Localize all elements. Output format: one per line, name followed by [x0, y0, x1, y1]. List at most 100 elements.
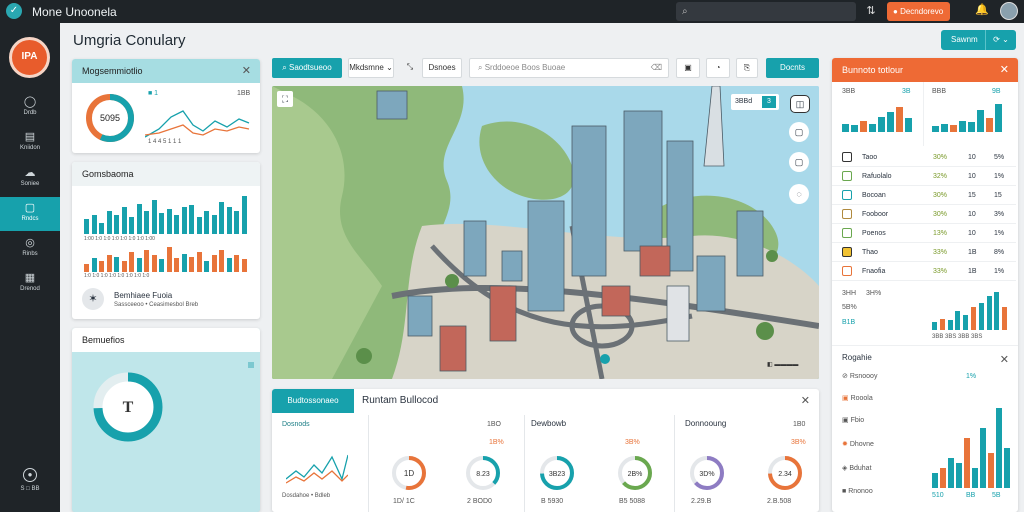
overview-legend-left: ■ 1	[148, 90, 159, 97]
table-row[interactable]: Poenos 13% 10 1%	[832, 224, 1016, 243]
sidebar-user-label: S □ BB	[20, 486, 40, 492]
gauge-donut: T	[93, 372, 163, 442]
header-save-button[interactable]: Sawnm ⟳ ⌄	[941, 30, 1016, 50]
list-item-label: Rsnoooy	[849, 373, 878, 380]
metric-icon	[842, 247, 852, 257]
list-item[interactable]: ▣ Fbio	[842, 416, 922, 424]
row-pct: 13%	[933, 230, 948, 237]
row-v2: 1%	[994, 173, 1005, 180]
table-row[interactable]: Fnaofia 33% 1B 1%	[832, 262, 1016, 281]
chart-bar	[878, 117, 885, 132]
sidebar-item-6[interactable]: ▦ Drenod	[0, 267, 60, 301]
measure-icon[interactable]: ⤡	[399, 58, 421, 78]
fullscreen-icon[interactable]: ⛶	[277, 91, 293, 107]
row-v1: 10	[968, 154, 976, 161]
map-mode-dropdown[interactable]: Mkdsmne ⌄	[348, 58, 394, 78]
right-panel-title: Bunnoto totlour	[842, 65, 904, 75]
chart-bar	[994, 292, 1000, 330]
close-icon[interactable]: ✕	[801, 389, 810, 413]
map-tool-button[interactable]: Dsnoes	[422, 58, 462, 78]
chart-bar	[851, 125, 858, 132]
list-item[interactable]: ◈ Bduhat	[842, 464, 922, 472]
layer-square-icon[interactable]: ▢	[789, 122, 809, 142]
table-row[interactable]: Fooboor 30% 10 3%	[832, 205, 1016, 224]
row-v2: 1%	[994, 230, 1005, 237]
row-v1: 1B	[968, 249, 977, 256]
row-v1: 10	[968, 230, 976, 237]
sidebar-item-2[interactable]: ▤ Kniidon	[0, 126, 60, 160]
chart-bar	[955, 311, 961, 330]
map-search-input[interactable]: ⌕ Srddoeoe Boos Buoae ⌫	[469, 58, 669, 78]
table-row[interactable]: Bocoan 30% 15 15	[832, 186, 1016, 205]
table-row[interactable]: Taoo 30% 10 5%	[832, 148, 1016, 167]
map-action-button[interactable]: Docnts	[766, 58, 819, 78]
list-item-label: Bduhat	[849, 465, 872, 472]
table-row[interactable]: Rafuolalo 32% 10 1%	[832, 167, 1016, 186]
stat-card-1-donut-a: 1D	[392, 456, 426, 490]
metric-icon	[842, 209, 852, 219]
map-view[interactable]: ⛶ 3BBd 3 ◫ ▢ ▢ ◌ ◧ ▬▬▬▬	[272, 86, 819, 379]
table-row[interactable]: Thao 33% 1B 8%	[832, 243, 1016, 262]
right-section2-title: Rogahie	[842, 353, 872, 362]
clear-icon[interactable]: ⌫	[651, 59, 662, 77]
chart-bar	[159, 213, 164, 234]
sidebar-user[interactable]: ● S □ BB	[10, 468, 50, 492]
chart-bar	[211, 215, 217, 234]
mid-label-3: 5B%	[842, 304, 857, 311]
filter-icon[interactable]: ⇅	[862, 3, 880, 20]
bottom-left-sparkline	[286, 454, 348, 484]
top-action-button[interactable]: ● Decndorevo	[887, 2, 950, 21]
row-pct: 30%	[933, 192, 948, 199]
brand-logo[interactable]: IPA	[9, 37, 50, 78]
top-search-input[interactable]: ⌕	[676, 2, 856, 21]
comment-icon[interactable]: ◔	[706, 58, 730, 78]
tab-active[interactable]: Budtossonaeo	[272, 389, 354, 413]
list-item[interactable]: ⊘ Rsnoooy	[842, 372, 922, 380]
sidebar-item-1[interactable]: ◯ Drdb	[0, 91, 60, 125]
map-scale: ◧ ▬▬▬▬	[767, 362, 799, 368]
list-item[interactable]: ▣ Rooola	[842, 394, 922, 402]
chart-bar	[887, 112, 894, 132]
chart-bar	[84, 219, 89, 234]
bell-icon[interactable]: 🔔	[975, 3, 989, 19]
zoom-control[interactable]: 3BBd 3	[731, 94, 779, 110]
sidebar-item-5[interactable]: ◎ Rinbs	[0, 232, 60, 266]
layer-box-icon[interactable]: ▢	[789, 152, 809, 172]
distribution-bottom-bars	[84, 244, 249, 272]
logo-text: IPA	[21, 51, 38, 62]
right-stat-2-label: BBB	[932, 88, 947, 95]
metric-icon	[842, 152, 852, 162]
section2-foot-2: BB	[966, 492, 976, 499]
sidebar-item-4-active[interactable]: ▢ Rndcs	[0, 197, 60, 231]
chevron-down-icon[interactable]: ⟳ ⌄	[985, 30, 1016, 50]
avatar[interactable]	[1000, 2, 1018, 20]
close-icon[interactable]: ✕	[1000, 348, 1009, 372]
right-stat-1-value: 3B	[902, 88, 911, 95]
chart-bar	[941, 124, 948, 132]
close-icon[interactable]: ✕	[242, 59, 251, 83]
clipboard-icon[interactable]: ⎘	[736, 58, 758, 78]
chart-bar	[106, 211, 112, 234]
sidebar-item-3[interactable]: ☁ Soniee	[0, 162, 60, 196]
layer-dot-icon[interactable]: ◌	[789, 184, 809, 204]
stat-card-3-title: Donnooung	[685, 419, 727, 428]
box-icon: ▣	[842, 395, 851, 402]
row-name: Fooboor	[862, 211, 889, 218]
chart-bar	[159, 259, 164, 272]
stat-card-2-donut-a: 3B23	[540, 456, 574, 490]
list-item[interactable]: ■ Rnonoo	[842, 488, 922, 495]
right-panel: Bunnoto totlour ✕ 3BB 3B BBB 9B Taoo 30% 1…	[832, 58, 1018, 512]
list-item[interactable]: ✹ Dhovne	[842, 440, 922, 448]
chart-bar	[241, 196, 247, 234]
row-v1: 10	[968, 173, 976, 180]
chart-bar	[196, 252, 202, 272]
metric-icon	[842, 228, 852, 238]
image-icon[interactable]: ▣	[676, 58, 700, 78]
stat-card-1-foot-b: 2 BOD0	[467, 498, 492, 505]
tab-secondary[interactable]: Runtam Bullocod	[362, 389, 438, 413]
map-search-button[interactable]: ⌕ Saodtsueoo	[272, 58, 342, 78]
overview-donut: 5095	[86, 94, 134, 142]
layers-icon[interactable]: ◫	[790, 95, 810, 113]
map-search-label: Saodtsueoo	[289, 63, 332, 72]
close-icon[interactable]: ✕	[1000, 58, 1009, 82]
